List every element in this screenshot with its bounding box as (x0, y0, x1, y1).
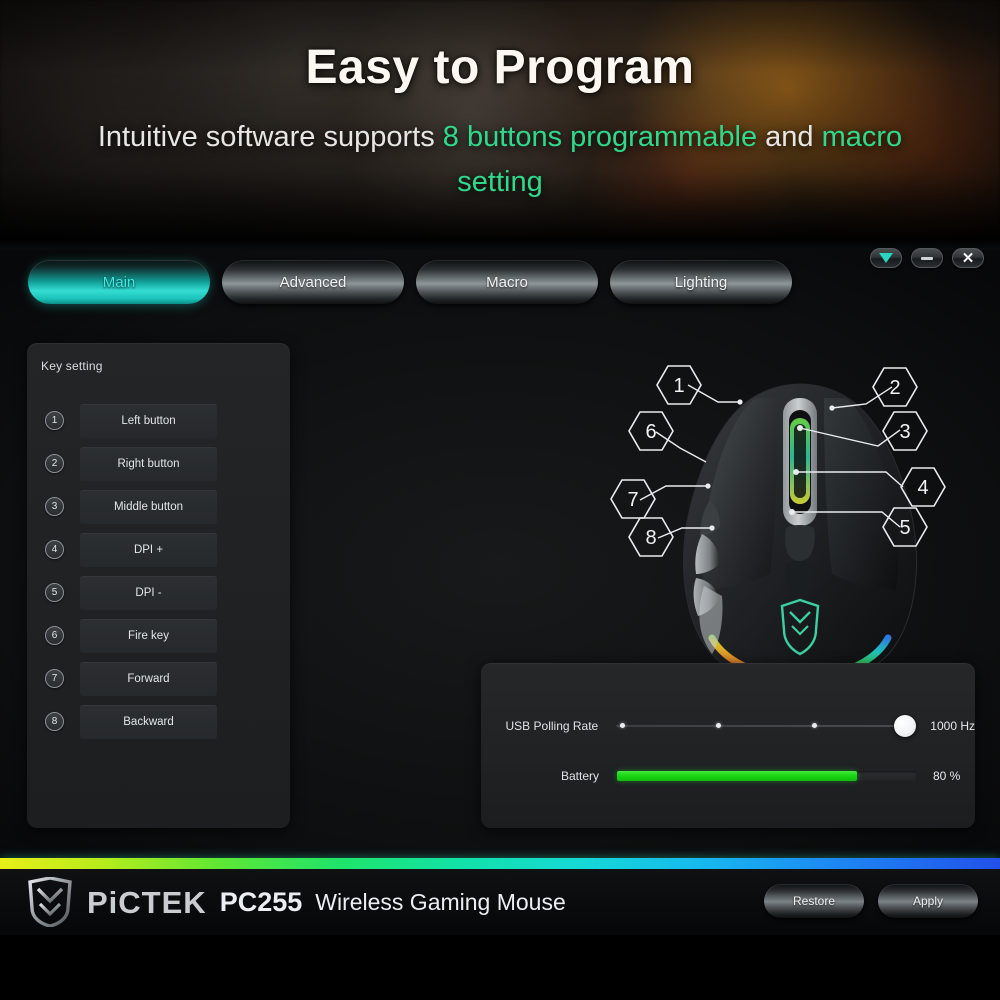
callout-label-7: 7 (627, 489, 638, 511)
key-row-2[interactable]: 2 Right button (27, 442, 290, 485)
device-settings-panel: USB Polling Rate 1000 Hz Battery 80 % (481, 663, 975, 828)
mouse-diagram-svg: 1 2 3 4 5 6 7 8 (610, 365, 946, 680)
subline-part-1: Intuitive software supports (97, 121, 443, 153)
callout-1: 1 (656, 365, 702, 405)
banner-headline: Easy to Program (305, 41, 695, 94)
right-main-button (824, 398, 898, 590)
slider-handle[interactable] (894, 715, 917, 737)
callout-label-2: 2 (889, 377, 900, 399)
key-index-badge: 1 (45, 411, 64, 430)
subline-accent-1: 8 buttons programmable (442, 121, 758, 153)
brand-block: PiCTEK PC255 Wireless Gaming Mouse (26, 877, 566, 927)
product-description: Wireless Gaming Mouse (315, 888, 566, 915)
battery-value: 80 % (933, 769, 961, 783)
slider-tick-250[interactable] (716, 723, 722, 728)
key-row-7[interactable]: 7 Forward (27, 657, 290, 700)
callout-7: 7 (610, 479, 656, 519)
key-setting-title: Key setting (41, 359, 103, 373)
key-assignment-button[interactable]: Middle button (80, 489, 217, 524)
battery-label: Battery (560, 769, 599, 783)
callout-6: 6 (628, 411, 674, 451)
footer-actions: Restore Apply (764, 884, 978, 918)
minimize-icon (921, 256, 933, 260)
key-assignment-button[interactable]: DPI - (80, 575, 217, 610)
rgb-accent-strip (0, 858, 1000, 869)
callout-3: 3 (882, 411, 928, 451)
callout-label-4: 4 (917, 477, 928, 499)
usb-polling-rate-label: USB Polling Rate (505, 719, 599, 733)
marketing-banner: Easy to Program Intuitive software suppo… (0, 0, 1000, 238)
key-index-badge: 7 (45, 669, 64, 688)
key-index-badge: 6 (45, 626, 64, 645)
pictek-shield-logo-icon (28, 877, 72, 927)
key-assignment-button[interactable]: Left button (80, 403, 217, 438)
tab-macro[interactable]: Macro (416, 260, 598, 304)
app-window: ✕ Main Advanced Macro Lighting Key setti… (0, 238, 1000, 858)
key-assignment-button[interactable]: Forward (80, 661, 217, 696)
subline-part-2: and (757, 121, 822, 153)
tab-advanced[interactable]: Advanced (222, 260, 404, 304)
callout-label-8: 8 (645, 527, 656, 549)
callout-2: 2 (872, 367, 918, 407)
usb-polling-rate-row: USB Polling Rate 1000 Hz (481, 711, 975, 741)
battery-bar (617, 771, 917, 781)
key-assignment-button[interactable]: Right button (80, 446, 217, 481)
callout-8: 8 (628, 517, 674, 557)
callout-label-5: 5 (899, 517, 910, 539)
slider-tick-125[interactable] (620, 723, 626, 728)
tray-minimize-button[interactable] (870, 248, 902, 268)
tab-main[interactable]: Main (28, 260, 210, 304)
key-row-5[interactable]: 5 DPI - (27, 571, 290, 614)
product-model: PC255 (219, 886, 303, 917)
usb-polling-rate-value: 1000 Hz (930, 719, 975, 733)
key-index-badge: 8 (45, 712, 64, 731)
battery-row: Battery 80 % (481, 763, 975, 789)
slider-tick-500[interactable] (812, 723, 818, 728)
key-row-3[interactable]: 3 Middle button (27, 485, 290, 528)
key-setting-list: 1 Left button 2 Right button 3 Middle bu… (27, 399, 290, 743)
key-assignment-button[interactable]: Fire key (80, 618, 217, 653)
apply-button[interactable]: Apply (878, 884, 978, 918)
banner-subline: Intuitive software supports 8 buttons pr… (0, 115, 1000, 205)
restore-button[interactable]: Restore (764, 884, 864, 918)
key-index-badge: 4 (45, 540, 64, 559)
window-controls: ✕ (870, 248, 984, 268)
callout-label-6: 6 (645, 421, 656, 443)
brand-name: PiCTEK (87, 884, 207, 920)
key-row-1[interactable]: 1 Left button (27, 399, 290, 442)
callout-label-3: 3 (899, 421, 910, 443)
callout-label-1: 1 (673, 375, 684, 397)
mouse-diagram: 1 2 3 4 5 6 7 8 (600, 350, 980, 680)
usb-polling-rate-slider[interactable] (616, 715, 917, 737)
key-assignment-button[interactable]: DPI + (80, 532, 217, 567)
key-setting-panel: Key setting 1 Left button 2 Right button… (27, 343, 290, 828)
key-index-badge: 3 (45, 497, 64, 516)
page-root: Easy to Program Intuitive software suppo… (0, 0, 1000, 1000)
tab-bar: Main Advanced Macro Lighting (28, 260, 792, 304)
close-icon: ✕ (961, 249, 975, 267)
minimize-button[interactable] (911, 248, 943, 268)
tab-lighting[interactable]: Lighting (610, 260, 792, 304)
battery-bar-fill (617, 771, 857, 781)
key-assignment-button[interactable]: Backward (80, 704, 217, 739)
app-titlebar (0, 238, 1000, 250)
key-row-4[interactable]: 4 DPI + (27, 528, 290, 571)
key-index-badge: 2 (45, 454, 64, 473)
slider-track (616, 725, 917, 727)
key-row-6[interactable]: 6 Fire key (27, 614, 290, 657)
footer-bar: PiCTEK PC255 Wireless Gaming Mouse Resto… (0, 869, 1000, 935)
chevron-down-icon (879, 253, 893, 263)
key-row-8[interactable]: 8 Backward (27, 700, 290, 743)
key-index-badge: 5 (45, 583, 64, 602)
bottom-filler (0, 935, 1000, 1000)
banner-text-block: Easy to Program Intuitive software suppo… (0, 0, 1000, 238)
close-button[interactable]: ✕ (952, 248, 984, 268)
